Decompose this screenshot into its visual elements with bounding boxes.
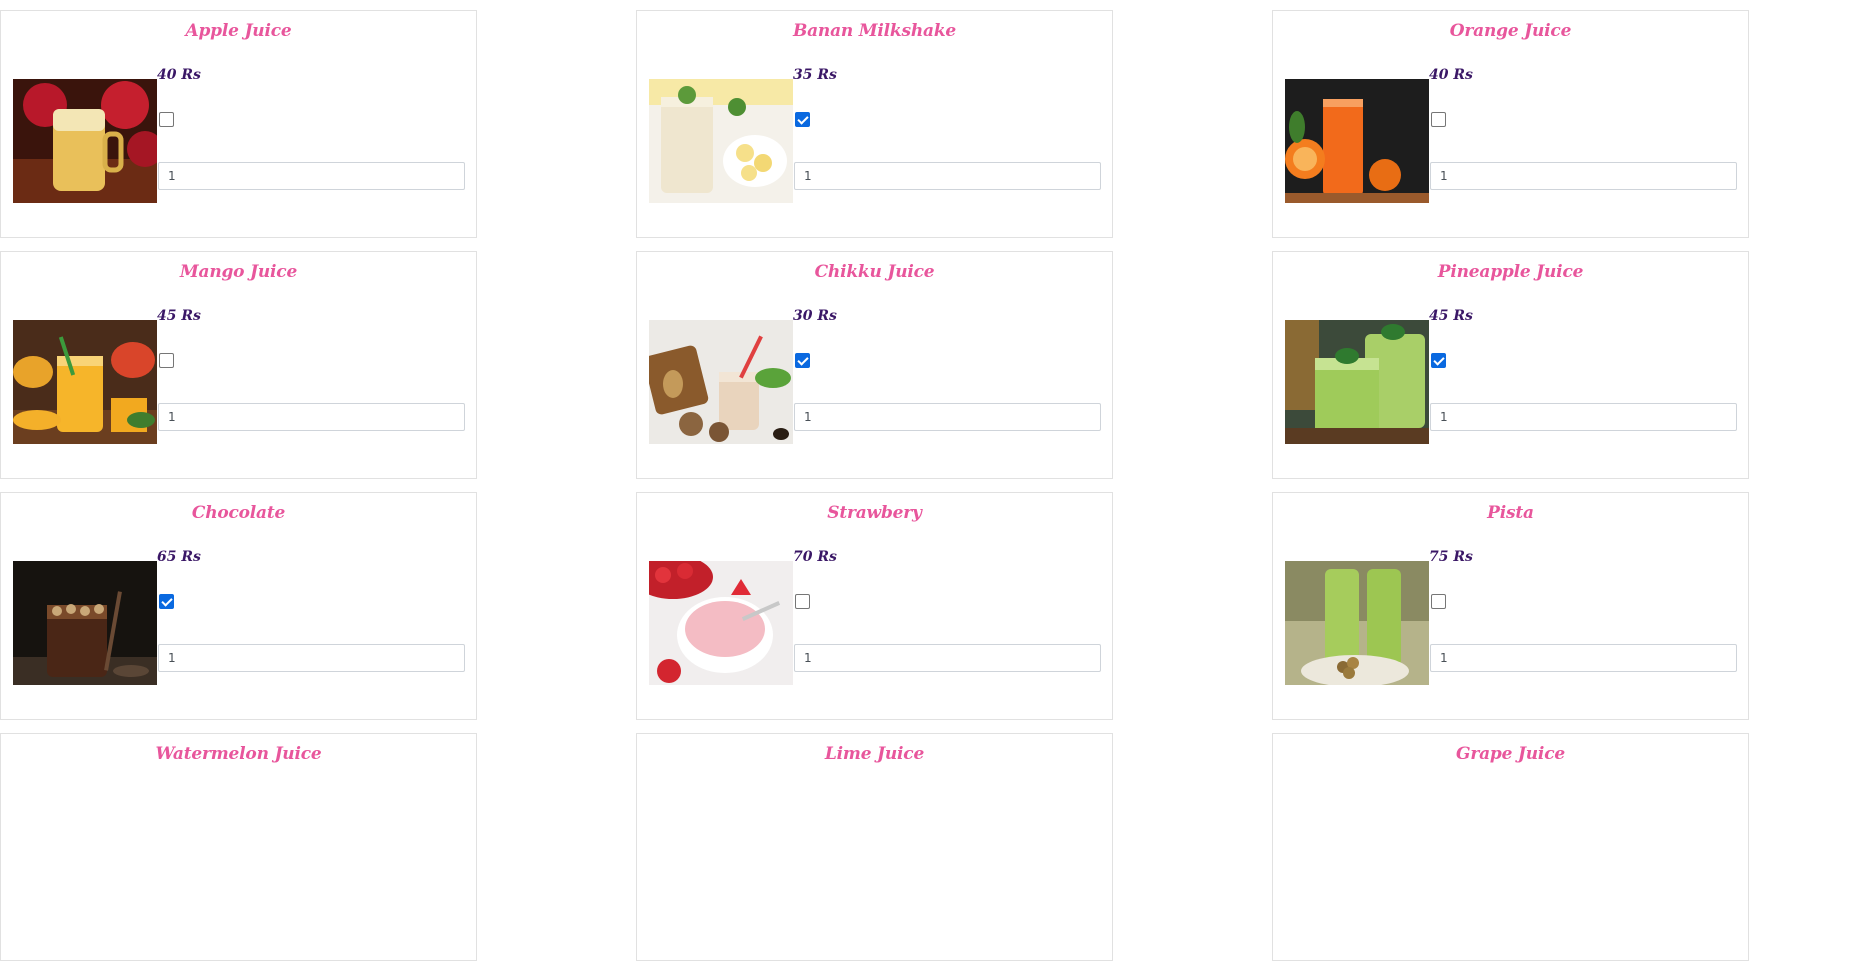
select-checkbox[interactable] <box>1431 353 1446 368</box>
product-title: Chocolate <box>191 503 286 523</box>
quantity-input[interactable] <box>1430 403 1737 431</box>
quantity-input[interactable] <box>794 162 1101 190</box>
product-card: Pineapple Juice 45 Rs <box>1272 251 1749 479</box>
product-card: Chikku Juice 30 Rs <box>636 251 1113 479</box>
select-checkbox[interactable] <box>795 353 810 368</box>
product-title: Watermelon Juice <box>155 744 322 764</box>
pista-image <box>1285 561 1429 685</box>
product-card: Pista 75 Rs <box>1272 492 1749 720</box>
quantity-input[interactable] <box>794 403 1101 431</box>
pineapple-juice-image <box>1285 320 1429 444</box>
banana-milkshake-image <box>649 79 793 203</box>
product-card: Orange Juice 40 Rs <box>1272 10 1749 238</box>
product-card: Watermelon Juice <box>0 733 477 961</box>
product-title: Pineapple Juice <box>1437 262 1584 282</box>
product-price: 35 Rs <box>793 67 837 83</box>
quantity-input[interactable] <box>158 644 465 672</box>
chikku-juice-image <box>649 320 793 444</box>
product-card: Grape Juice <box>1272 733 1749 961</box>
select-checkbox[interactable] <box>159 594 174 609</box>
quantity-input[interactable] <box>1430 644 1737 672</box>
product-price: 30 Rs <box>793 308 837 324</box>
product-title: Pista <box>1487 503 1534 523</box>
select-checkbox[interactable] <box>795 112 810 127</box>
product-card: Strawbery 70 Rs <box>636 492 1113 720</box>
product-card: Banan Milkshake 35 Rs <box>636 10 1113 238</box>
product-title: Lime Juice <box>824 744 925 764</box>
product-price: 45 Rs <box>1429 308 1473 324</box>
product-title: Apple Juice <box>185 21 292 41</box>
select-checkbox[interactable] <box>159 112 174 127</box>
orange-juice-image <box>1285 79 1429 203</box>
strawberry-image <box>649 561 793 685</box>
chocolate-image <box>13 561 157 685</box>
product-price: 40 Rs <box>1429 67 1473 83</box>
select-checkbox[interactable] <box>795 594 810 609</box>
product-title: Chikku Juice <box>814 262 935 282</box>
product-card: Apple Juice 40 Rs <box>0 10 477 238</box>
product-price: 70 Rs <box>793 549 837 565</box>
product-title: Strawbery <box>827 503 922 523</box>
apple-juice-image <box>13 79 157 203</box>
product-title: Grape Juice <box>1456 744 1565 764</box>
product-title: Orange Juice <box>1449 21 1572 41</box>
product-price: 40 Rs <box>157 67 201 83</box>
product-title: Banan Milkshake <box>792 21 957 41</box>
product-price: 75 Rs <box>1429 549 1473 565</box>
quantity-input[interactable] <box>794 644 1101 672</box>
product-grid: Apple Juice 40 Rs Banan Milkshake 35 Rs … <box>0 10 1867 961</box>
product-card: Lime Juice <box>636 733 1113 961</box>
product-card: Chocolate 65 Rs <box>0 492 477 720</box>
product-price: 45 Rs <box>157 308 201 324</box>
quantity-input[interactable] <box>158 162 465 190</box>
product-card: Mango Juice 45 Rs <box>0 251 477 479</box>
product-price: 65 Rs <box>157 549 201 565</box>
mango-juice-image <box>13 320 157 444</box>
select-checkbox[interactable] <box>159 353 174 368</box>
select-checkbox[interactable] <box>1431 594 1446 609</box>
quantity-input[interactable] <box>158 403 465 431</box>
quantity-input[interactable] <box>1430 162 1737 190</box>
select-checkbox[interactable] <box>1431 112 1446 127</box>
product-title: Mango Juice <box>179 262 298 282</box>
